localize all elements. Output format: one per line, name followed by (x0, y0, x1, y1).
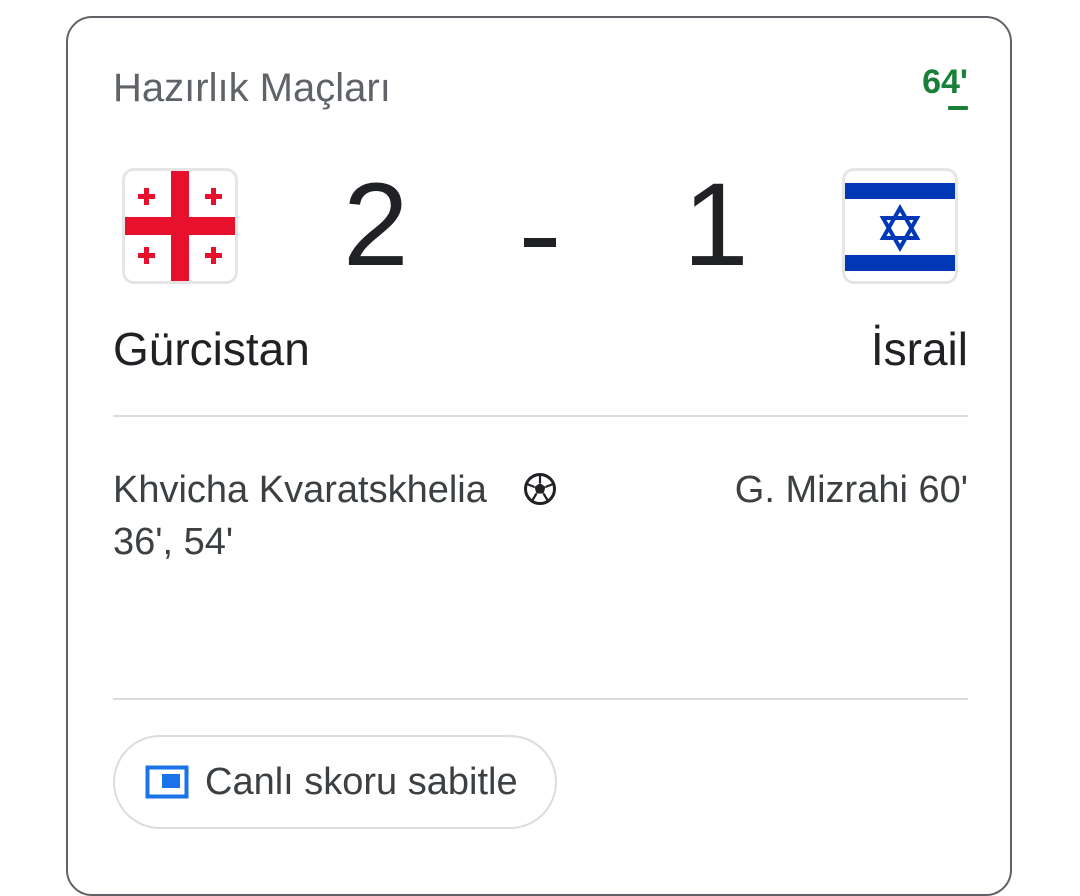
home-score: 2 (343, 159, 409, 291)
pin-live-score-button[interactable]: Canlı skoru sabitle (113, 735, 557, 829)
divider (113, 415, 968, 417)
pin-live-score-label: Canlı skoru sabitle (205, 761, 518, 803)
live-indicator (948, 106, 968, 110)
picture-in-picture-icon (145, 765, 189, 799)
home-team-name[interactable]: Gürcistan (113, 322, 310, 376)
score-separator (524, 238, 556, 247)
away-score: 1 (683, 159, 749, 291)
israel-flag-icon (842, 168, 958, 284)
away-team-name[interactable]: İsrail (871, 322, 968, 376)
home-goal-scorers: Khvicha Kvaratskhelia 36', 54' (113, 469, 487, 563)
soccer-ball-icon (523, 472, 557, 506)
divider (113, 698, 968, 700)
competition-title: Hazırlık Maçları (113, 66, 391, 110)
georgia-flag-icon (122, 168, 238, 284)
away-goal-scorers: G. Mizrahi 60' (734, 469, 968, 511)
live-minute: 64' (922, 63, 968, 101)
